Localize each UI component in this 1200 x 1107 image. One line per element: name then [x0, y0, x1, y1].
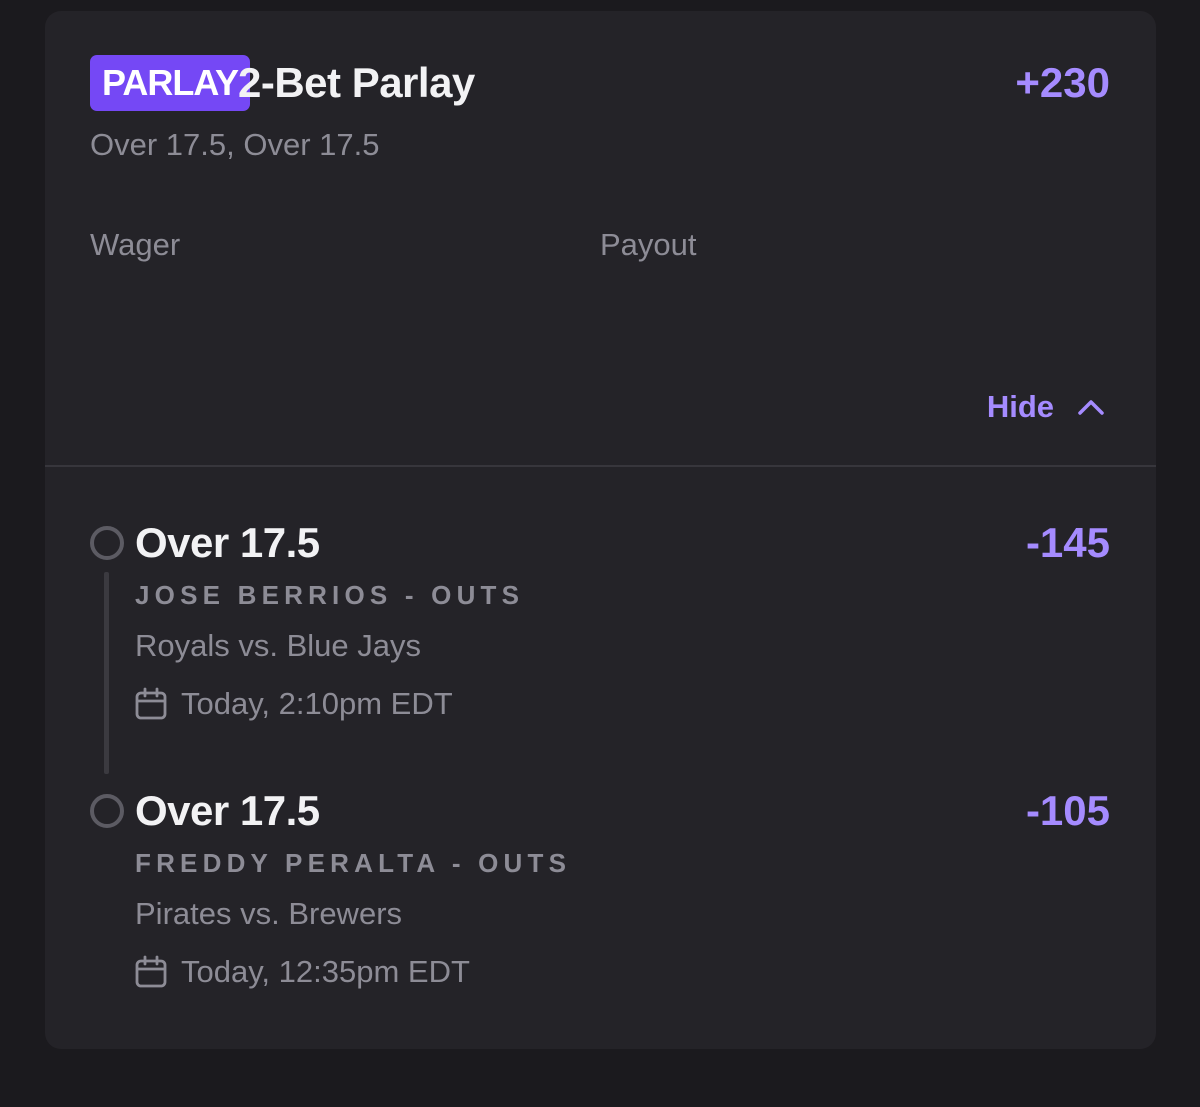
bet-summary: Over 17.5, Over 17.5 [90, 127, 380, 162]
wager-label: Wager [90, 227, 181, 262]
leg-time-row: Today, 2:10pm EDT [135, 684, 453, 724]
calendar-icon [135, 955, 167, 988]
hide-legs-button[interactable]: Hide [987, 387, 1106, 427]
leg-odds: -105 [1025, 787, 1110, 834]
hide-label: Hide [986, 389, 1054, 424]
parlay-badge: PARLAY [90, 55, 251, 111]
leg-selection: Over 17.5 [135, 519, 320, 566]
leg-odds: -145 [1025, 519, 1110, 566]
leg-market: JOSE BERRIOS - OUTS [135, 580, 525, 610]
leg-time: Today, 2:10pm EDT [181, 686, 453, 721]
leg-time: Today, 12:35pm EDT [181, 954, 470, 989]
leg-matchup: Royals vs. Blue Jays [135, 628, 421, 663]
leg-connector [104, 572, 109, 774]
leg-time-row: Today, 12:35pm EDT [135, 952, 470, 992]
parlay-odds: +230 [1015, 59, 1110, 106]
leg-market: FREDDY PERALTA - OUTS [135, 848, 572, 878]
parlay-bet-card: PARLAY 2-Bet Parlay +230 Over 17.5, Over… [45, 11, 1156, 1049]
chevron-up-icon [1078, 400, 1104, 415]
radio-circle-icon [90, 526, 124, 560]
section-divider [45, 465, 1156, 467]
leg-selection: Over 17.5 [135, 787, 320, 834]
calendar-icon [135, 687, 167, 720]
leg-matchup: Pirates vs. Brewers [135, 896, 403, 931]
bet-leg: Over 17.5 -105 FREDDY PERALTA - OUTS Pir… [90, 784, 1110, 1014]
bet-leg: Over 17.5 -145 JOSE BERRIOS - OUTS Royal… [90, 516, 1110, 776]
bet-title: 2-Bet Parlay [238, 59, 475, 106]
radio-circle-icon [90, 794, 124, 828]
payout-label: Payout [600, 227, 697, 262]
